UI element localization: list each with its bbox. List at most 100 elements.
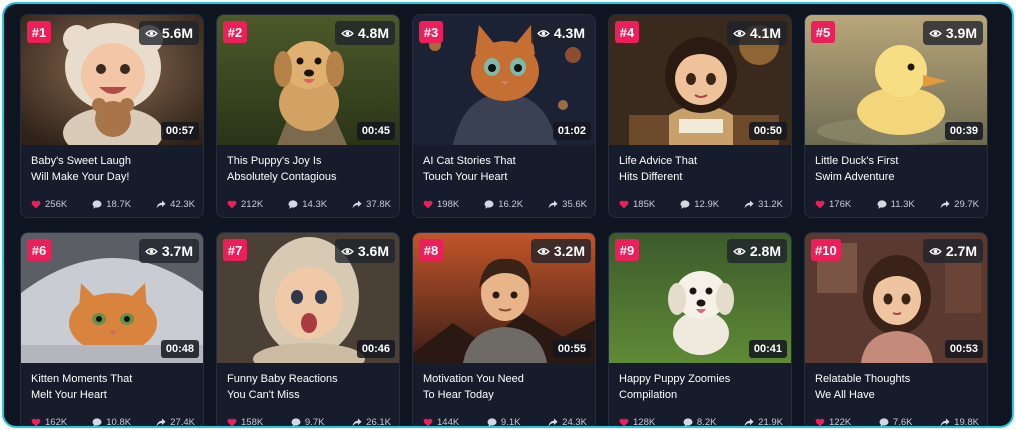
video-thumbnail[interactable]: #6 3.7M 00:48 (21, 233, 203, 363)
comments-count: 18.7K (106, 198, 132, 210)
likes-count: 212K (241, 198, 264, 210)
video-stats: 162K 10.8K 27.4K (31, 415, 195, 428)
comment-icon (877, 199, 887, 209)
view-count-value: 3.9M (945, 25, 977, 41)
video-title-line: Little Duck's First (815, 155, 899, 167)
shares-count: 26.1K (366, 416, 391, 428)
shares-count: 42.3K (170, 198, 195, 210)
comments-stat: 9.7K (291, 417, 324, 426)
view-count-value: 4.3M (553, 25, 585, 41)
view-count-value: 4.1M (749, 25, 781, 41)
video-thumbnail[interactable]: #10 2.7M 00:53 (805, 233, 987, 363)
view-count-value: 2.7M (945, 243, 977, 259)
video-card[interactable]: #2 4.8M 00:45 This Puppy's Joy Is Absolu… (216, 14, 400, 218)
view-count-value: 3.6M (357, 243, 389, 259)
video-title[interactable]: Funny Baby Reactions You Can't Miss (227, 371, 391, 403)
share-icon (744, 200, 754, 208)
video-title[interactable]: Little Duck's First Swim Adventure (815, 153, 979, 185)
share-icon (156, 200, 166, 208)
video-card[interactable]: #3 4.3M 01:02 AI Cat Stories That Touch … (412, 14, 596, 218)
video-thumbnail[interactable]: #3 4.3M 01:02 (413, 15, 595, 145)
video-card[interactable]: #7 3.6M 00:46 Funny Baby Reactions You C… (216, 232, 400, 428)
video-stats: 122K 7.6K 19.8K (815, 415, 979, 426)
likes-stat: 185K (619, 199, 655, 210)
share-icon (352, 200, 362, 208)
view-count: 3.2M (530, 239, 591, 263)
video-title[interactable]: Relatable Thoughts We All Have (815, 371, 979, 403)
rank-badge: #4 (615, 21, 639, 43)
eye-icon (341, 247, 354, 255)
video-title-line: Swim Adventure (815, 171, 895, 183)
heart-icon (31, 200, 41, 208)
video-card[interactable]: #5 3.9M 00:39 Little Duck's First Swim A… (804, 14, 988, 218)
likes-stat: 158K (227, 417, 263, 426)
view-count-value: 4.8M (357, 25, 389, 41)
video-thumbnail[interactable]: #5 3.9M 00:39 (805, 15, 987, 145)
video-title[interactable]: This Puppy's Joy Is Absolutely Contagiou… (227, 153, 391, 185)
video-thumbnail[interactable]: #8 3.2M 00:55 (413, 233, 595, 363)
likes-count: 185K (633, 198, 656, 210)
video-title-line: To Hear Today (423, 389, 494, 401)
eye-icon (929, 29, 942, 37)
video-thumbnail[interactable]: #1 5.6M 00:57 (21, 15, 203, 145)
video-card[interactable]: #1 5.6M 00:57 Baby's Sweet Laugh Will Ma… (20, 14, 204, 218)
likes-count: 128K (633, 416, 656, 428)
heart-icon (227, 200, 237, 208)
video-card[interactable]: #8 3.2M 00:55 Motivation You Need To Hea… (412, 232, 596, 426)
video-duration: 00:55 (552, 340, 591, 358)
likes-count: 176K (829, 198, 852, 210)
video-title[interactable]: AI Cat Stories That Touch Your Heart (423, 153, 587, 185)
video-thumbnail[interactable]: #2 4.8M 00:45 (217, 15, 399, 145)
view-count-value: 5.6M (161, 25, 193, 41)
comments-count: 12.9K (694, 198, 720, 210)
likes-stat: 144K (423, 417, 459, 426)
rank-badge: #2 (223, 21, 247, 43)
share-icon (940, 418, 950, 426)
eye-icon (145, 29, 158, 37)
video-title[interactable]: Baby's Sweet Laugh Will Make Your Day! (31, 153, 195, 185)
rank-badge: #10 (811, 239, 841, 261)
video-title[interactable]: Happy Puppy Zoomies Compilation (619, 371, 783, 403)
video-card[interactable]: #4 4.1M 00:50 Life Advice That Hits Diff… (608, 14, 792, 218)
video-title[interactable]: Motivation You Need To Hear Today (423, 371, 587, 403)
share-icon (548, 418, 558, 426)
comments-count: 10.8K (106, 416, 132, 428)
video-title[interactable]: Life Advice That Hits Different (619, 153, 783, 185)
video-title[interactable]: Kitten Moments That Melt Your Heart (31, 371, 195, 403)
video-thumbnail[interactable]: #7 3.6M 00:46 (217, 233, 399, 363)
likes-stat: 162K (31, 417, 67, 426)
view-count: 2.7M (922, 239, 983, 263)
video-thumbnail[interactable]: #4 4.1M 00:50 (609, 15, 791, 145)
shares-count: 37.8K (366, 198, 391, 210)
video-title-line: This Puppy's Joy Is (227, 155, 322, 167)
video-stats: 144K 9.1K 24.3K (423, 415, 587, 426)
comments-stat: 16.2K (484, 199, 523, 210)
shares-count: 21.9K (758, 416, 783, 428)
shares-stat: 27.4K (156, 417, 195, 426)
heart-icon (619, 200, 629, 208)
video-title-line: Relatable Thoughts (815, 373, 911, 385)
video-title-line: Will Make Your Day! (31, 171, 130, 183)
video-title-line: Funny Baby Reactions (227, 373, 338, 385)
share-icon (156, 418, 166, 426)
video-card[interactable]: #9 2.8M 00:41 Happy Puppy Zoomies Compil… (608, 232, 792, 428)
video-title-line: Kitten Moments That (31, 373, 133, 385)
rank-badge: #6 (27, 239, 51, 261)
comment-icon (291, 417, 301, 426)
video-duration: 00:41 (748, 340, 787, 358)
video-stats: 198K 16.2K 35.6K (423, 197, 587, 211)
video-card[interactable]: #10 2.7M 00:53 Relatable Thoughts We All… (804, 232, 988, 426)
view-count: 3.6M (334, 239, 395, 263)
video-title-line: Melt Your Heart (31, 389, 107, 401)
eye-icon (733, 29, 746, 37)
view-count: 4.8M (334, 21, 395, 45)
video-card[interactable]: #6 3.7M 00:48 Kitten Moments That Melt Y… (20, 232, 204, 428)
view-count: 3.7M (138, 239, 199, 263)
rank-badge: #9 (615, 239, 639, 261)
video-duration: 00:45 (356, 122, 395, 140)
view-count: 3.9M (922, 21, 983, 45)
shares-stat: 35.6K (548, 199, 587, 210)
shares-count: 31.2K (758, 198, 783, 210)
video-thumbnail[interactable]: #9 2.8M 00:41 (609, 233, 791, 363)
heart-icon (815, 418, 825, 426)
